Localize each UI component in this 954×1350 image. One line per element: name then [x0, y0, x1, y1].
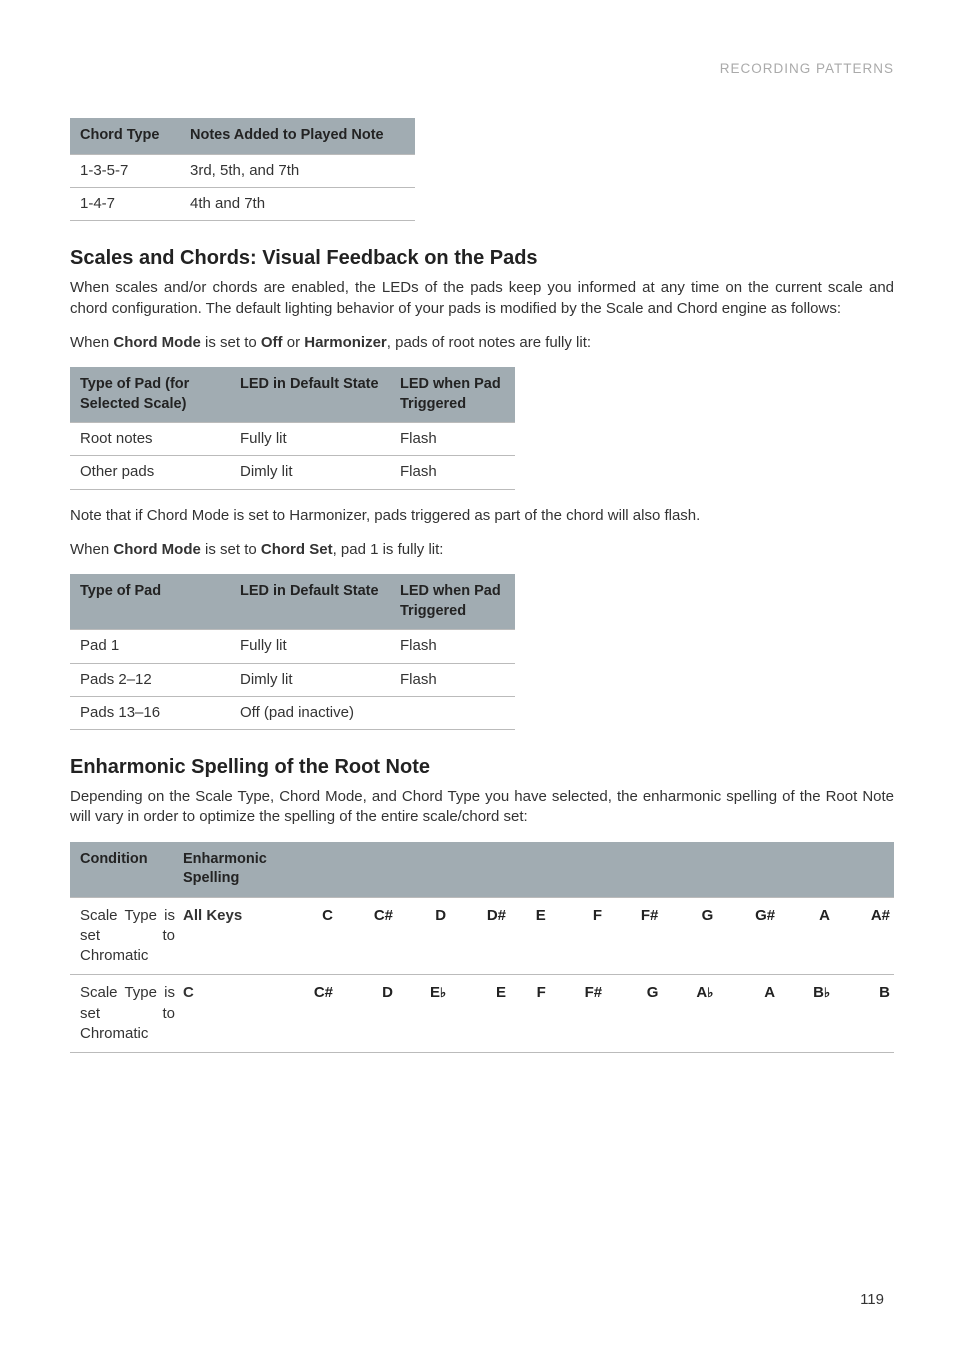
- cell: Flash: [390, 423, 515, 456]
- cell: F: [550, 897, 606, 975]
- section1-para1: When scales and/or chords are enabled, t…: [70, 278, 894, 319]
- t1-h2: Notes Added to Played Note: [180, 118, 415, 154]
- t2-h3: LED when Pad Triggered: [390, 367, 515, 423]
- cell: C: [179, 975, 277, 1053]
- cell: G#: [717, 897, 779, 975]
- t4-pad: [277, 842, 337, 898]
- cell: All Keys: [179, 897, 277, 975]
- cell: A: [717, 975, 779, 1053]
- section2-para: Depending on the Scale Type, Chord Mode,…: [70, 787, 894, 828]
- t2-h1: Type of Pad (for Selected Scale): [70, 367, 230, 423]
- cell: Flash: [390, 456, 515, 489]
- cell: Scale Type is set to Chromatic: [70, 897, 179, 975]
- cell: Pad 1: [70, 630, 230, 663]
- harmonizer-note: Note that if Chord Mode is set to Harmon…: [70, 506, 894, 526]
- cell: F#: [606, 897, 662, 975]
- section-enharmonic-title: Enharmonic Spelling of the Root Note: [70, 754, 894, 781]
- page-header: RECORDING PATTERNS: [70, 60, 894, 78]
- enharmonic-spelling-table: Condition Enharmonic Spelling Scale Type…: [70, 842, 894, 1054]
- cell: D#: [450, 897, 510, 975]
- cell: B: [834, 975, 894, 1053]
- t3-h3: LED when Pad Triggered: [390, 574, 515, 630]
- cell: G: [662, 897, 717, 975]
- table-row: Pads 2–12 Dimly lit Flash: [70, 663, 515, 696]
- chord-type-table: Chord Type Notes Added to Played Note 1-…: [70, 118, 415, 221]
- cell: Pads 2–12: [70, 663, 230, 696]
- cell: Pads 13–16: [70, 696, 230, 729]
- cell: Flash: [390, 663, 515, 696]
- t3-h1: Type of Pad: [70, 574, 230, 630]
- cell: A#: [834, 897, 894, 975]
- cell: Flash: [390, 630, 515, 663]
- cell: E: [450, 975, 510, 1053]
- led-chordset-table: Type of Pad LED in Default State LED whe…: [70, 574, 515, 730]
- t3-h2: LED in Default State: [230, 574, 390, 630]
- table-row: Scale Type is set to Chromatic All Keys …: [70, 897, 894, 975]
- t4-h2: Enharmonic Spelling: [179, 842, 277, 898]
- table-row: Scale Type is set to Chromatic C C# D E♭…: [70, 975, 894, 1053]
- cell: E♭: [397, 975, 450, 1053]
- cell: B♭: [779, 975, 834, 1053]
- section1-para2: When Chord Mode is set to Off or Harmoni…: [70, 333, 894, 353]
- section-scales-chords-title: Scales and Chords: Visual Feedback on th…: [70, 245, 894, 272]
- cell: 3rd, 5th, and 7th: [180, 154, 415, 187]
- cell: Dimly lit: [230, 663, 390, 696]
- cell: D: [337, 975, 397, 1053]
- cell: Fully lit: [230, 423, 390, 456]
- cell: Scale Type is set to Chromatic: [70, 975, 179, 1053]
- cell: Dimly lit: [230, 456, 390, 489]
- cell: G: [606, 975, 662, 1053]
- cell: A: [779, 897, 834, 975]
- cell: E: [510, 897, 550, 975]
- cell: A♭: [662, 975, 717, 1053]
- cell: [390, 696, 515, 729]
- t1-h1: Chord Type: [70, 118, 180, 154]
- cell: Other pads: [70, 456, 230, 489]
- t4-h1: Condition: [70, 842, 179, 898]
- cell: C#: [337, 897, 397, 975]
- table-row: 1-3-5-7 3rd, 5th, and 7th: [70, 154, 415, 187]
- table-row: Pad 1 Fully lit Flash: [70, 630, 515, 663]
- section1-para3: When Chord Mode is set to Chord Set, pad…: [70, 540, 894, 560]
- cell: F#: [550, 975, 606, 1053]
- cell: 4th and 7th: [180, 188, 415, 221]
- cell: 1-4-7: [70, 188, 180, 221]
- page-number: 119: [860, 1290, 884, 1310]
- t2-h2: LED in Default State: [230, 367, 390, 423]
- cell: C: [277, 897, 337, 975]
- cell: F: [510, 975, 550, 1053]
- cell: Fully lit: [230, 630, 390, 663]
- cell: Root notes: [70, 423, 230, 456]
- table-row: Pads 13–16 Off (pad inactive): [70, 696, 515, 729]
- cell: Off (pad inactive): [230, 696, 390, 729]
- table-row: 1-4-7 4th and 7th: [70, 188, 415, 221]
- table-row: Other pads Dimly lit Flash: [70, 456, 515, 489]
- cell: D: [397, 897, 450, 975]
- cell: C#: [277, 975, 337, 1053]
- led-off-harmonizer-table: Type of Pad (for Selected Scale) LED in …: [70, 367, 515, 490]
- table-row: Root notes Fully lit Flash: [70, 423, 515, 456]
- cell: 1-3-5-7: [70, 154, 180, 187]
